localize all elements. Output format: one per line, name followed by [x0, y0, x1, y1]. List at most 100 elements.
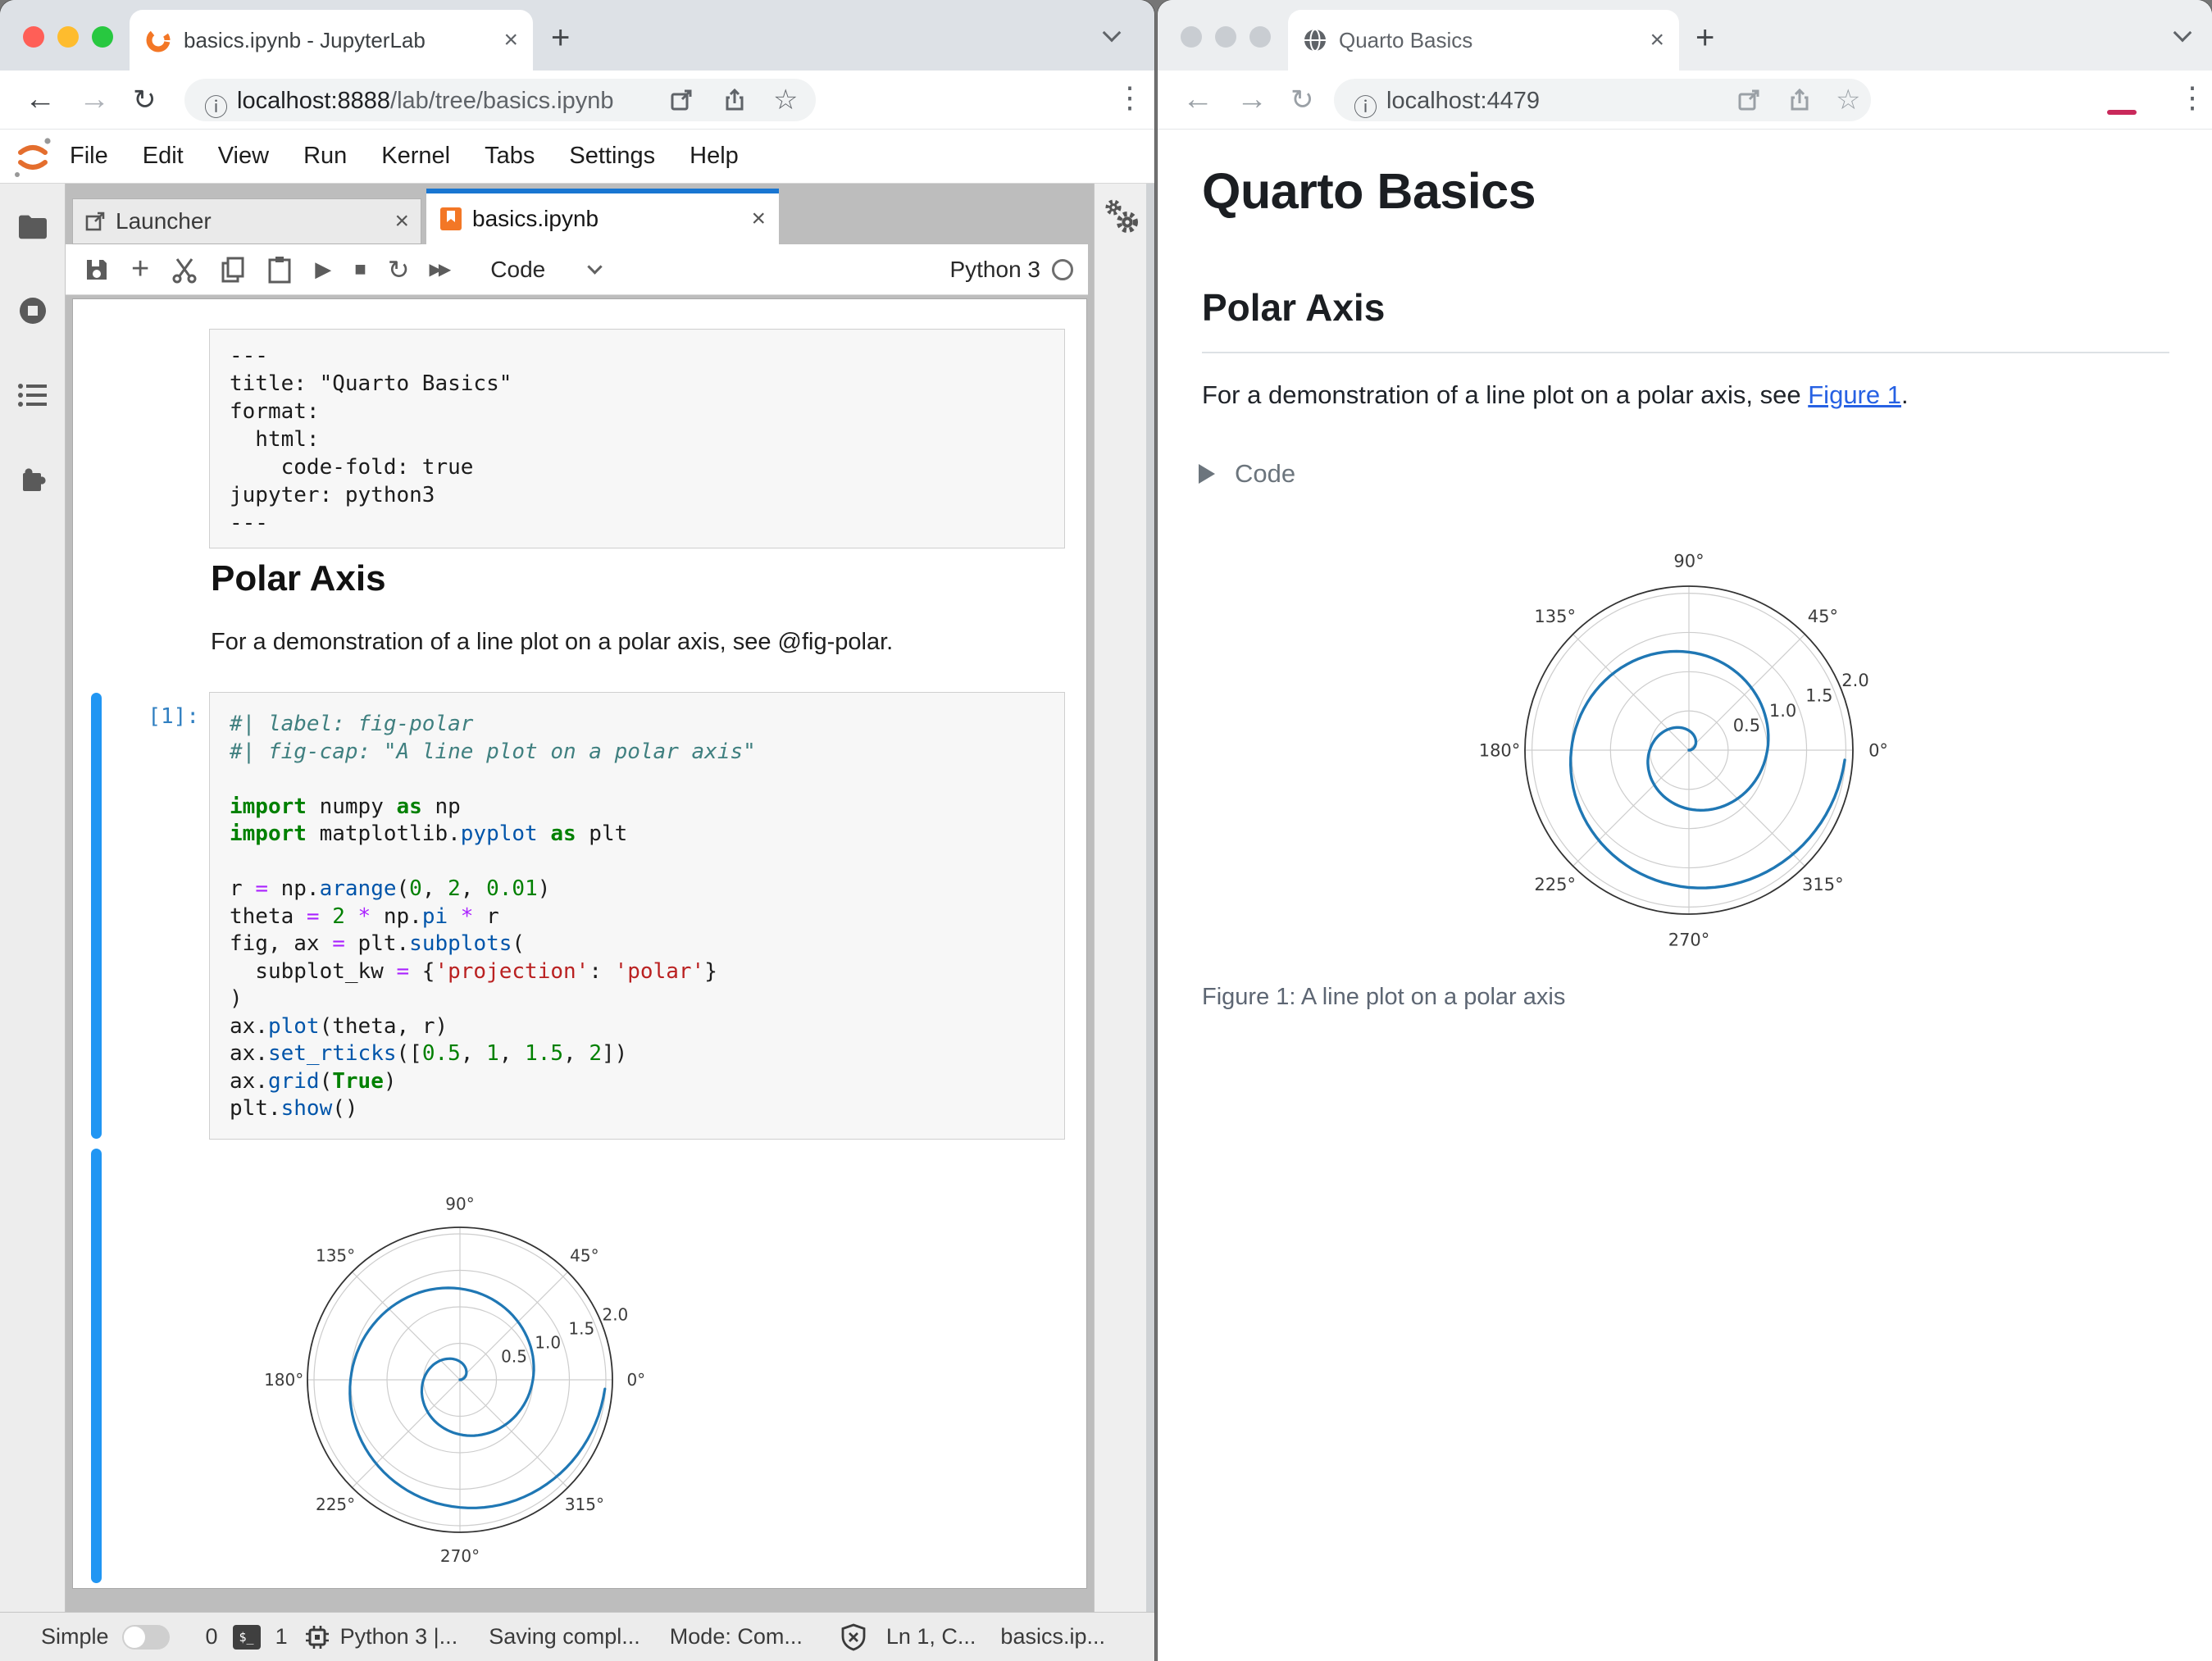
menu-item-file[interactable]: File [52, 143, 125, 170]
reload-icon[interactable]: ↻ [1290, 84, 1314, 116]
code-line: import numpy as np [230, 794, 461, 819]
close-window-button[interactable] [23, 26, 44, 48]
url-text[interactable]: localhost:4479 [1386, 88, 1540, 115]
menu-item-tabs[interactable]: Tabs [467, 143, 552, 170]
file-browser-icon[interactable] [17, 213, 48, 241]
code-cell-editor[interactable]: #| label: fig-polar #| fig-cap: "A line p… [209, 692, 1065, 1140]
browser-menu-icon[interactable]: ⋮ [1115, 80, 1145, 115]
table-of-contents-icon[interactable] [17, 382, 48, 408]
share-icon[interactable] [721, 87, 748, 113]
svg-text:0.5: 0.5 [501, 1347, 527, 1367]
tab-search-chevron-icon[interactable] [1102, 23, 1122, 43]
section-heading: Polar Axis [1202, 286, 1386, 329]
run-cell-icon[interactable]: ▶ [315, 257, 331, 282]
figure-link[interactable]: Figure 1 [1808, 380, 1901, 409]
kernel-status-icon[interactable] [1052, 258, 1073, 280]
open-in-new-icon[interactable] [668, 87, 694, 113]
code-line: subplot_kw = {'projection': 'polar'} [230, 958, 717, 984]
copy-cells-icon[interactable] [220, 256, 246, 284]
trust-shield-icon[interactable] [840, 1623, 867, 1651]
site-info-icon[interactable]: ⓘ [1354, 89, 1377, 123]
browser-menu-icon[interactable]: ⋮ [2178, 80, 2207, 115]
svg-text:270°: 270° [440, 1546, 480, 1566]
notebook-scrollbar[interactable] [1146, 184, 1154, 1612]
code-line: ax.grid(True) [230, 1068, 397, 1094]
browser-tab[interactable]: basics.ipynb - JupyterLab × [130, 10, 533, 71]
site-info-icon[interactable]: ⓘ [204, 89, 228, 123]
bookmark-star-icon[interactable]: ☆ [773, 84, 798, 116]
jupyter-logo [15, 138, 51, 177]
cut-cells-icon[interactable] [171, 256, 198, 284]
minimize-window-button[interactable] [1215, 26, 1236, 48]
restart-run-all-icon[interactable]: ▶▶ [430, 259, 452, 280]
menu-item-kernel[interactable]: Kernel [364, 143, 467, 170]
restart-kernel-icon[interactable]: ↻ [388, 254, 410, 285]
extensions-icon[interactable] [17, 462, 48, 494]
svg-text:2.0: 2.0 [602, 1305, 628, 1325]
notebook-document: --- title: "Quarto Basics" format: html: c… [72, 298, 1087, 1589]
menu-item-run[interactable]: Run [286, 143, 364, 170]
menu-item-edit[interactable]: Edit [125, 143, 201, 170]
tab-launcher[interactable]: Launcher × [72, 198, 421, 244]
quarto-browser-window: Quarto Basics × + ← → ↻ ⓘ localhost:4479… [1158, 0, 2212, 1661]
close-window-button[interactable] [1181, 26, 1202, 48]
forward-icon[interactable]: → [79, 82, 110, 117]
reload-icon[interactable]: ↻ [133, 84, 157, 116]
output-cell-indicator[interactable] [91, 1149, 102, 1583]
code-fold-toggle[interactable]: Code [1199, 459, 1295, 489]
active-cell-indicator[interactable] [91, 693, 102, 1139]
code-line: theta = 2 * np.pi * r [230, 903, 499, 929]
svg-text:1.0: 1.0 [1769, 701, 1796, 721]
simple-mode-toggle[interactable] [121, 1624, 170, 1650]
svg-text:225°: 225° [1534, 875, 1576, 894]
profile-indicator-icon [2107, 110, 2137, 115]
kernel-status-text[interactable]: Python 3 |... [340, 1624, 458, 1650]
new-tab-button[interactable]: + [551, 20, 570, 57]
tab-search-chevron-icon[interactable] [2173, 23, 2192, 43]
interrupt-kernel-icon[interactable]: ■ [354, 258, 366, 281]
polar-plot-figure: 0° 45° 90° 135° 180° 225° 270° 315° 0.5 1.0 1.5 2.0 [1479, 552, 1888, 950]
bookmark-star-icon[interactable]: ☆ [1836, 84, 1860, 116]
paste-cells-icon[interactable] [267, 256, 292, 284]
svg-text:45°: 45° [570, 1245, 599, 1265]
open-in-new-icon[interactable] [1736, 87, 1762, 113]
property-inspector-gears-icon[interactable] [1101, 197, 1142, 238]
svg-text:0.5: 0.5 [1733, 716, 1760, 735]
zoom-window-button[interactable] [1249, 26, 1271, 48]
code-line: import matplotlib.pyplot as plt [230, 821, 628, 846]
share-icon[interactable] [1786, 87, 1813, 113]
tab-close-icon[interactable]: × [1650, 26, 1664, 54]
saving-status: Saving compl... [489, 1624, 640, 1649]
current-file: basics.ip... [1000, 1624, 1105, 1649]
menu-item-help[interactable]: Help [672, 143, 756, 170]
back-icon[interactable]: ← [25, 82, 56, 117]
kernel-name[interactable]: Python 3 [949, 257, 1040, 283]
new-tab-button[interactable]: + [1695, 20, 1714, 57]
cell-type-caret-icon[interactable] [587, 259, 603, 275]
save-icon[interactable] [84, 257, 110, 283]
tab-close-icon[interactable]: × [503, 26, 518, 54]
zoom-window-button[interactable] [92, 26, 113, 48]
tab-notebook-active[interactable]: basics.ipynb × [426, 189, 779, 244]
menu-item-view[interactable]: View [201, 143, 286, 170]
browser-tab[interactable]: Quarto Basics × [1288, 10, 1679, 71]
svg-text:45°: 45° [1808, 607, 1838, 626]
menu-item-settings[interactable]: Settings [552, 143, 672, 170]
insert-cell-icon[interactable]: + [131, 252, 149, 287]
yaml-frontmatter-cell[interactable]: --- title: "Quarto Basics" format: html: c… [209, 329, 1065, 548]
svg-text:90°: 90° [1673, 552, 1704, 571]
code-line: #| fig-cap: "A line plot on a polar axis… [230, 739, 756, 764]
running-kernels-icon[interactable] [17, 295, 48, 326]
address-bar[interactable]: ⓘ localhost:4479 ☆ [1334, 79, 1871, 121]
address-bar[interactable]: ⓘ localhost:8888/lab/tree/basics.ipynb ☆ [184, 79, 816, 121]
mode-indicator[interactable]: Mode: Com... [670, 1624, 803, 1650]
close-tab-icon[interactable]: × [751, 205, 766, 233]
forward-icon[interactable]: → [1236, 82, 1268, 117]
back-icon[interactable]: ← [1182, 82, 1213, 117]
browser-toolbar: ← → ↻ ⓘ localhost:8888/lab/tree/basics.i… [0, 71, 1154, 130]
url-text[interactable]: localhost:8888/lab/tree/basics.ipynb [237, 88, 613, 115]
close-tab-icon[interactable]: × [394, 207, 409, 235]
cursor-position[interactable]: Ln 1, C... [886, 1624, 976, 1650]
cell-type-dropdown[interactable]: Code [490, 257, 545, 283]
minimize-window-button[interactable] [57, 26, 79, 48]
